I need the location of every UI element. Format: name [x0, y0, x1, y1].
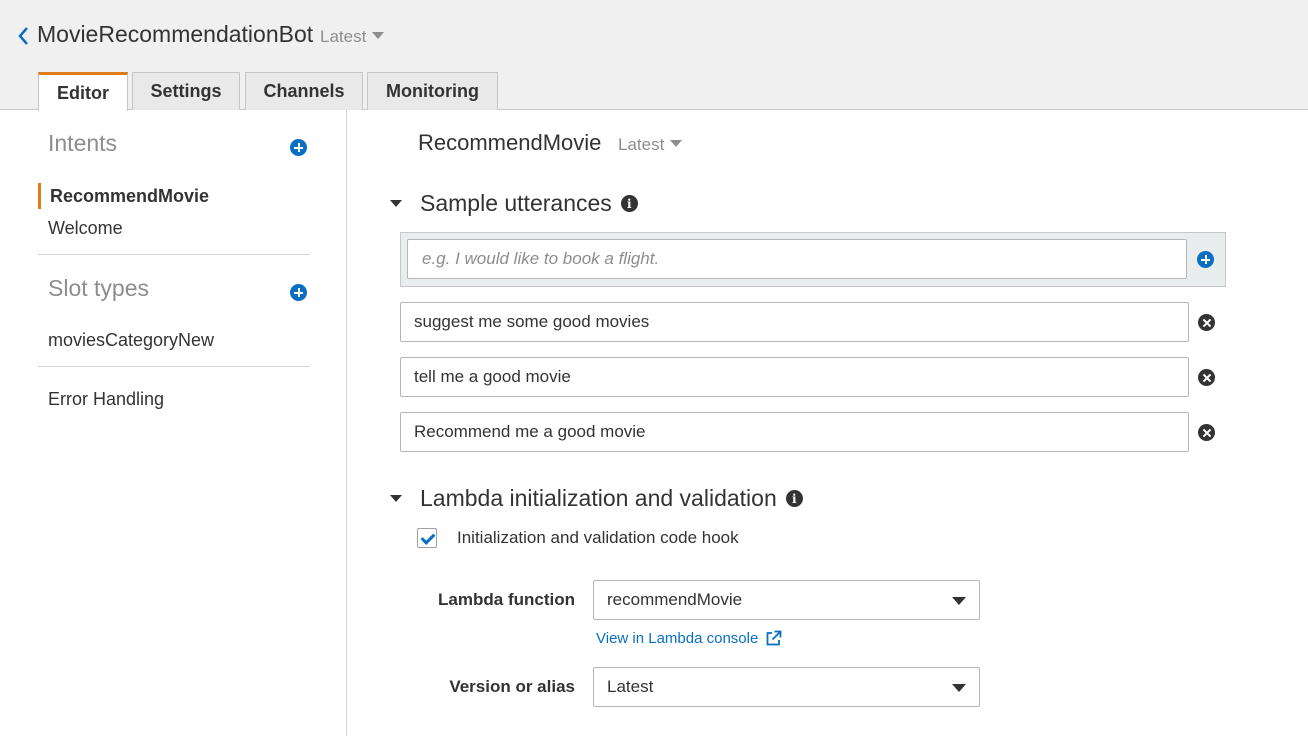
- caret-down-icon: [670, 140, 683, 147]
- tab-channels[interactable]: Channels: [245, 72, 363, 110]
- remove-utterance-icon[interactable]: [1198, 369, 1215, 386]
- tab-settings[interactable]: Settings: [132, 72, 240, 110]
- lambda-section-title: Lambda initialization and validation: [420, 485, 777, 511]
- code-hook-checkbox[interactable]: [417, 528, 437, 548]
- version-alias-label: Version or alias: [449, 677, 575, 696]
- utterance-field[interactable]: suggest me some good movies: [400, 302, 1189, 342]
- caret-down-icon: [952, 597, 966, 605]
- sample-utterances-header: Sample utterances i: [390, 190, 638, 217]
- back-arrow-icon[interactable]: [14, 22, 34, 50]
- lambda-console-link-label: View in Lambda console: [596, 630, 759, 647]
- sidebar-item-moviescategorynew[interactable]: moviesCategoryNew: [48, 330, 214, 351]
- active-indicator: [38, 183, 41, 209]
- collapse-triangle-icon[interactable]: [390, 495, 402, 502]
- tab-editor[interactable]: Editor: [38, 72, 128, 111]
- intent-version-dropdown[interactable]: Latest: [618, 135, 683, 155]
- tab-monitoring[interactable]: Monitoring: [367, 72, 498, 110]
- collapse-triangle-icon[interactable]: [390, 200, 402, 207]
- remove-utterance-icon[interactable]: [1198, 424, 1215, 441]
- lambda-function-value: recommendMovie: [607, 590, 743, 609]
- add-utterance-icon[interactable]: [1197, 251, 1214, 268]
- info-icon[interactable]: i: [620, 195, 638, 212]
- sidebar-item-welcome[interactable]: Welcome: [48, 218, 123, 239]
- lambda-function-select[interactable]: recommendMovie: [593, 580, 980, 620]
- bot-title: MovieRecommendationBot: [37, 21, 314, 47]
- info-icon[interactable]: i: [785, 490, 803, 507]
- intent-version-label: Latest: [618, 135, 665, 154]
- utterance-field[interactable]: Recommend me a good movie: [400, 412, 1189, 452]
- bot-version-label: Latest: [320, 27, 367, 46]
- lambda-section-header: Lambda initialization and validation i: [390, 485, 803, 512]
- sidebar-item-recommendmovie[interactable]: RecommendMovie: [50, 186, 209, 207]
- header-bar: MovieRecommendationBot Latest Editor Set…: [0, 0, 1308, 111]
- lambda-console-link[interactable]: View in Lambda console: [596, 630, 782, 647]
- intent-title: RecommendMovie: [418, 130, 602, 155]
- external-link-icon: [766, 630, 782, 646]
- add-slot-type-icon[interactable]: [290, 284, 307, 301]
- utterance-field[interactable]: tell me a good movie: [400, 357, 1189, 397]
- remove-utterance-icon[interactable]: [1198, 314, 1215, 331]
- version-alias-select[interactable]: Latest: [593, 667, 980, 707]
- slot-types-heading: Slot types: [48, 275, 149, 301]
- utterance-input[interactable]: [407, 239, 1187, 279]
- caret-down-icon: [372, 32, 385, 39]
- version-alias-value: Latest: [607, 677, 654, 696]
- divider: [38, 254, 310, 255]
- sample-utterances-title: Sample utterances: [420, 190, 612, 216]
- new-utterance-box: [400, 232, 1226, 287]
- sidebar-item-error-handling[interactable]: Error Handling: [48, 389, 164, 410]
- caret-down-icon: [952, 684, 966, 692]
- lambda-function-label: Lambda function: [438, 590, 575, 609]
- bot-version-dropdown[interactable]: Latest: [320, 27, 385, 47]
- divider: [38, 366, 310, 367]
- add-intent-icon[interactable]: [290, 139, 307, 156]
- code-hook-label: Initialization and validation code hook: [457, 528, 739, 547]
- intents-heading: Intents: [48, 130, 118, 156]
